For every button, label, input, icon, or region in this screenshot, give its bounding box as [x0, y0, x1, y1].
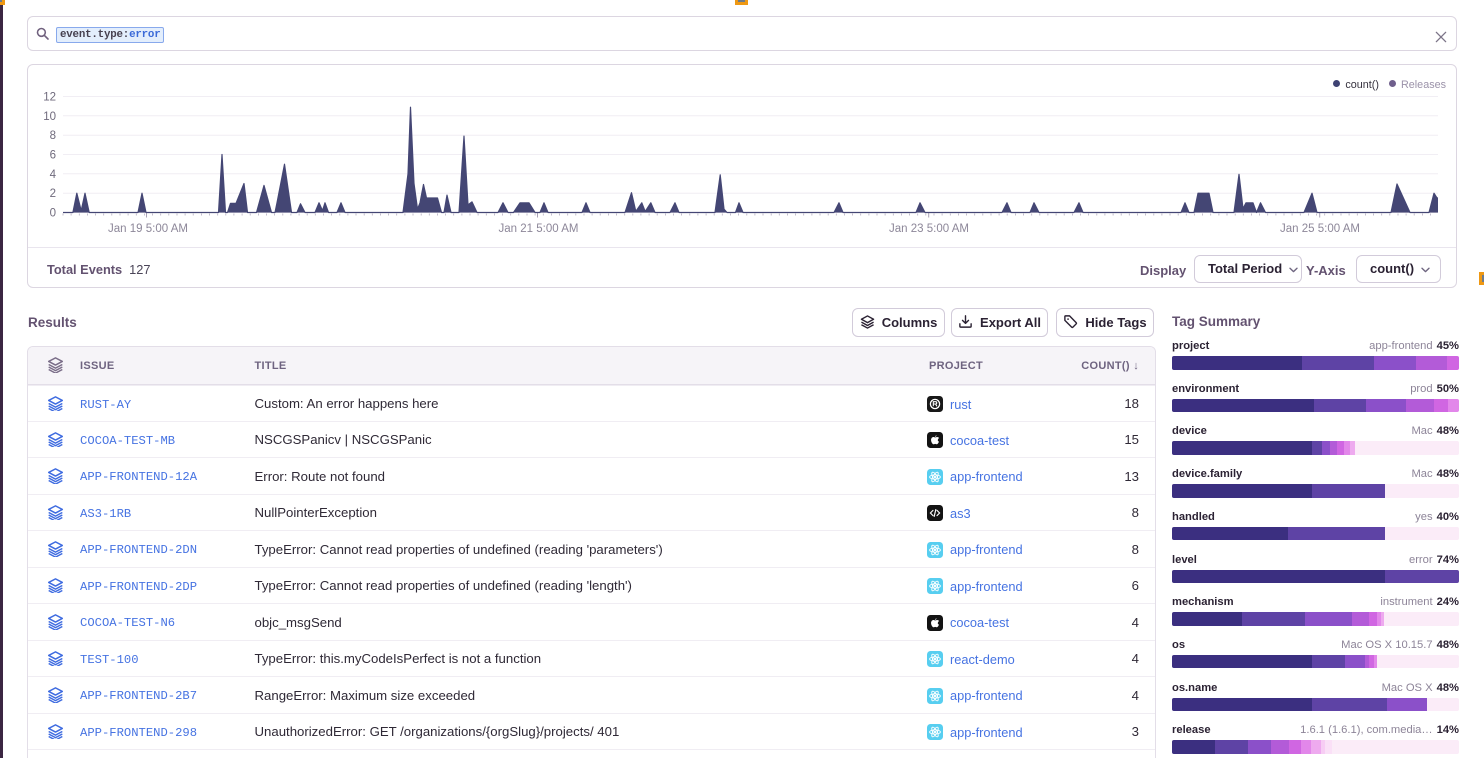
svg-text:Jan 21 5:00 AM: Jan 21 5:00 AM — [499, 223, 579, 235]
svg-text:12: 12 — [43, 92, 56, 104]
svg-text:Jan 23 5:00 AM: Jan 23 5:00 AM — [889, 223, 969, 235]
svg-text:0: 0 — [50, 208, 56, 220]
svg-text:10: 10 — [43, 111, 56, 123]
svg-text:Jan 25 5:00 AM: Jan 25 5:00 AM — [1280, 223, 1360, 235]
svg-text:6: 6 — [50, 150, 56, 162]
svg-text:8: 8 — [50, 130, 56, 142]
svg-text:2: 2 — [50, 188, 56, 200]
svg-text:Jan 19 5:00 AM: Jan 19 5:00 AM — [108, 223, 188, 235]
svg-text:4: 4 — [50, 169, 57, 181]
